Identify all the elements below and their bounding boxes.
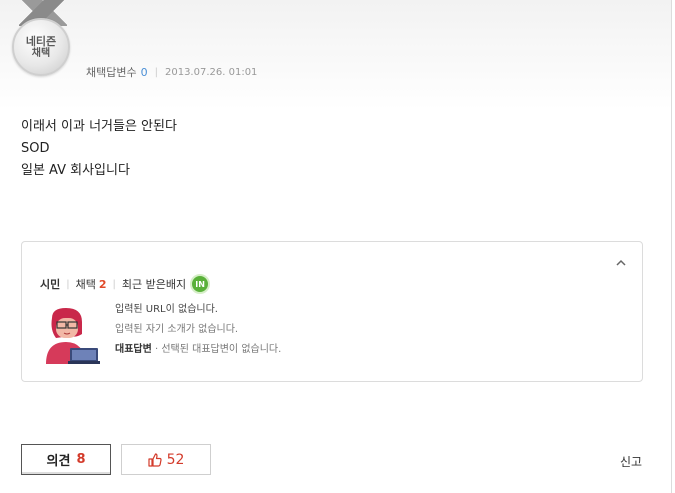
adopt-count: 2	[98, 277, 107, 291]
recent-badge-label: 최근 받은배지	[121, 278, 187, 291]
thumbs-up-icon	[147, 452, 162, 467]
user-url: 입력된 URL이 없습니다.	[115, 304, 218, 315]
like-count: 52	[166, 451, 185, 468]
profile-summary: 시민 | 채택 2 | 최근 받은배지 IN	[40, 274, 211, 294]
summary-divider: |	[66, 278, 70, 290]
representative-answer: 대표답변 · 선택된 대표답변이 없습니다.	[115, 340, 281, 360]
user-grade[interactable]: 시민	[40, 276, 60, 292]
answer-datetime: 2013.07.26. 01:01	[164, 66, 258, 78]
user-intro: 입력된 자기 소개가 없습니다.	[115, 324, 239, 335]
adopt-label: 채택	[75, 278, 96, 291]
answer-panel: 네티즌 채택 채택답변수 0 | 2013.07.26. 01:01 이래서 이…	[0, 0, 672, 493]
answerer-profile-card: 시민 | 채택 2 | 최근 받은배지 IN 입력된 URL이 없습니다. 입력…	[21, 241, 643, 382]
profile-details: 입력된 URL이 없습니다. 입력된 자기 소개가 없습니다. 대표답변 · 선…	[115, 300, 281, 360]
opinion-label: 의견	[46, 454, 71, 469]
medal-line1: 네티즌	[25, 34, 57, 48]
netizen-adopt-medal: 네티즌 채택	[10, 0, 74, 82]
rep-answer-label: 대표답변	[115, 344, 152, 355]
adopt-count-label: 채택답변수	[86, 66, 137, 79]
user-avatar-icon	[46, 308, 100, 364]
adopt-count: 0	[140, 65, 148, 79]
meta-divider: |	[154, 66, 158, 78]
rep-answer-value: · 선택된 대표답변이 없습니다.	[155, 344, 282, 355]
opinion-button[interactable]: 의견 8	[21, 444, 111, 475]
report-link[interactable]: 신고	[620, 453, 642, 470]
answer-body: 이래서 이과 너거들은 안된다 SOD 일본 AV 회사입니다	[21, 119, 177, 178]
in-badge-icon[interactable]: IN	[190, 274, 211, 294]
collapse-chevron-icon[interactable]	[616, 256, 626, 269]
medal-line2: 채택	[31, 47, 51, 59]
opinion-count: 8	[76, 452, 86, 467]
summary-divider: |	[112, 278, 116, 290]
like-button[interactable]: 52	[121, 444, 211, 475]
answer-meta: 채택답변수 0 | 2013.07.26. 01:01	[86, 64, 257, 80]
medal-circle: 네티즌 채택	[12, 18, 70, 76]
